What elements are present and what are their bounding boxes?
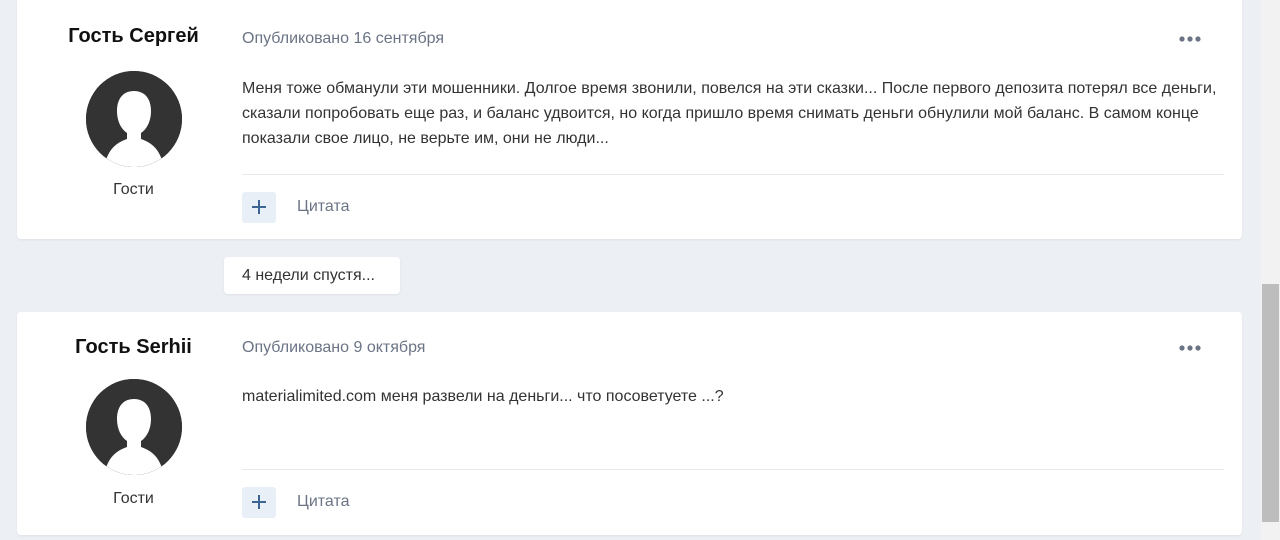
- post-body: materialimited.com меня развели на деньг…: [242, 388, 724, 405]
- author-role: Гости: [113, 181, 154, 198]
- post-date[interactable]: Опубликовано 16 сентября: [242, 30, 444, 48]
- post-card: Гость Serhii Гости Опубликовано 9 октябр…: [17, 312, 1242, 535]
- more-options-button[interactable]: [1178, 33, 1202, 45]
- scrollbar-thumb[interactable]: [1262, 284, 1279, 522]
- more-options-button[interactable]: [1178, 342, 1202, 354]
- plus-icon: [252, 495, 266, 509]
- post-card: Гость Сергей Гости Опубликовано 16 сентя…: [17, 0, 1242, 239]
- divider: [242, 174, 1224, 175]
- time-gap-label: 4 недели спустя...: [224, 257, 400, 294]
- user-silhouette-icon[interactable]: [86, 71, 182, 167]
- author-role: Гости: [113, 490, 154, 507]
- author-name[interactable]: Гость Serhii: [17, 336, 250, 359]
- quote-button[interactable]: Цитата: [297, 493, 350, 511]
- post-date[interactable]: Опубликовано 9 октября: [242, 339, 425, 357]
- quote-button[interactable]: Цитата: [297, 198, 350, 216]
- add-reaction-button[interactable]: [242, 486, 276, 518]
- more-horizontal-icon: [1179, 345, 1201, 351]
- divider: [242, 469, 1224, 470]
- plus-icon: [252, 200, 266, 214]
- post-body: Меня тоже обманули эти мошенники. Долгое…: [242, 80, 1217, 147]
- author-name[interactable]: Гость Сергей: [17, 25, 250, 48]
- topic-page: Гость Сергей Гости Опубликовано 16 сентя…: [0, 0, 1280, 540]
- post-actions: Цитата: [242, 486, 350, 518]
- user-silhouette-icon[interactable]: [86, 379, 182, 475]
- post-content: Опубликовано 9 октября materialimited.co…: [242, 312, 1224, 535]
- add-reaction-button[interactable]: [242, 191, 276, 223]
- post-actions: Цитата: [242, 191, 350, 223]
- more-horizontal-icon: [1179, 36, 1201, 42]
- post-content: Опубликовано 16 сентября Меня тоже обман…: [242, 0, 1224, 239]
